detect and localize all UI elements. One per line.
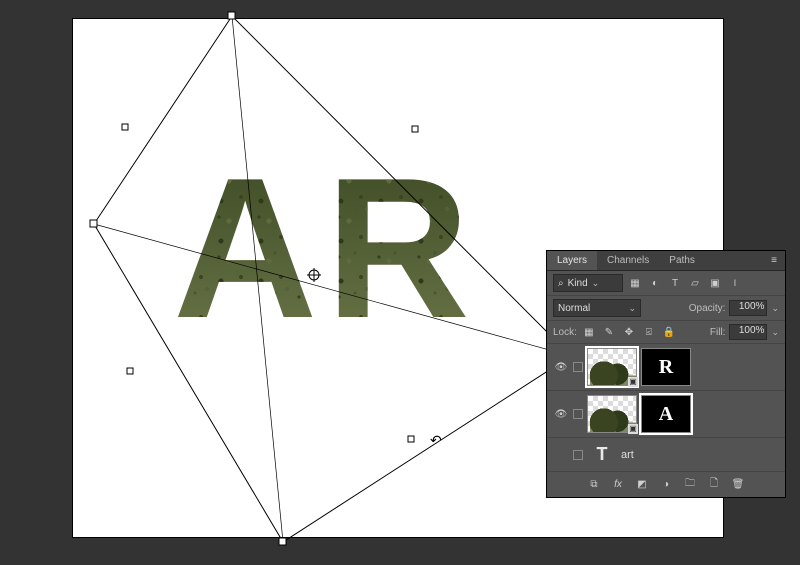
layer-row[interactable]: 👁 ▣ R	[547, 344, 785, 391]
type-layer-icon: T	[587, 443, 617, 467]
panel-tab-strip: Layers Channels Paths ≡	[547, 251, 785, 271]
rotate-cursor-icon: ↶	[430, 432, 442, 449]
smart-object-badge-icon: ▣	[628, 424, 638, 434]
new-layer-icon[interactable]: 🗋	[706, 476, 722, 493]
lock-image-icon[interactable]: ✎	[601, 324, 617, 340]
lock-artboard-icon[interactable]: ⍃	[641, 324, 657, 340]
filter-type-icon[interactable]: T	[667, 275, 683, 291]
lock-position-icon[interactable]: ✥	[621, 324, 637, 340]
layer-filter-type-select[interactable]: ⌕ Kind ⌄	[553, 274, 623, 292]
tab-channels[interactable]: Channels	[597, 251, 659, 270]
tab-paths[interactable]: Paths	[659, 251, 705, 270]
lock-all-icon[interactable]: 🔒	[661, 324, 677, 340]
add-mask-icon[interactable]: ◩	[634, 479, 650, 490]
layer-row[interactable]: 👁 ▣ A	[547, 391, 785, 438]
layer-row-text[interactable]: T art	[547, 438, 785, 472]
fill-input[interactable]: 100%	[729, 324, 767, 340]
layer-checkbox[interactable]	[573, 362, 583, 372]
filter-smart-icon[interactable]: ▣	[707, 275, 723, 291]
art-text: AR	[173, 149, 478, 349]
delete-layer-icon[interactable]: 🗑	[730, 479, 746, 490]
opacity-input[interactable]: 100%	[729, 300, 767, 316]
layer-effects-icon[interactable]: fx	[610, 479, 626, 490]
chevron-down-icon: ⌄	[628, 303, 636, 314]
visibility-toggle-icon[interactable]: 👁	[553, 362, 569, 373]
filter-pixel-icon[interactable]: ▦	[627, 275, 643, 291]
link-layers-icon[interactable]: ⧉	[586, 479, 602, 490]
lock-transparency-icon[interactable]: ▦	[581, 324, 597, 340]
opacity-label: Opacity:	[689, 303, 726, 314]
blend-opacity-row: Normal⌄ Opacity: 100% ⌄	[547, 296, 785, 321]
smart-object-badge-icon: ▣	[628, 377, 638, 387]
layer-name[interactable]: art	[621, 449, 634, 461]
layer-thumbnail[interactable]: ▣	[587, 395, 637, 433]
layers-panel[interactable]: Layers Channels Paths ≡ ⌕ Kind ⌄ ▦ ◐ T ▱…	[546, 250, 786, 498]
lock-fill-row: Lock: ▦ ✎ ✥ ⍃ 🔒 Fill: 100% ⌄	[547, 321, 785, 344]
search-icon: ⌕	[558, 278, 564, 289]
chevron-down-icon[interactable]: ⌄	[771, 303, 779, 314]
fill-label: Fill:	[710, 327, 726, 338]
chevron-down-icon[interactable]: ⌄	[771, 327, 779, 338]
panel-flyout-menu-icon[interactable]: ≡	[763, 251, 785, 270]
lock-label: Lock:	[553, 327, 577, 338]
transform-handle-corner[interactable]	[279, 538, 286, 545]
new-adjustment-layer-icon[interactable]: ◑	[658, 479, 674, 490]
tab-layers[interactable]: Layers	[547, 251, 597, 270]
filter-adjustment-icon[interactable]: ◐	[647, 275, 663, 291]
layer-filter-row: ⌕ Kind ⌄ ▦ ◐ T ▱ ▣ ⏽	[547, 271, 785, 296]
blend-mode-select[interactable]: Normal⌄	[553, 299, 641, 317]
visibility-toggle-icon[interactable]: 👁	[553, 409, 569, 420]
filter-toggle-switch[interactable]: ⏽	[727, 275, 743, 291]
layer-mask-thumbnail[interactable]: R	[641, 348, 691, 386]
layer-checkbox[interactable]	[573, 450, 583, 460]
chevron-down-icon: ⌄	[592, 278, 600, 289]
filter-shape-icon[interactable]: ▱	[687, 275, 703, 291]
layers-panel-footer: ⧉ fx ◩ ◑ 🗀 🗋 🗑	[547, 472, 785, 497]
layer-checkbox[interactable]	[573, 409, 583, 419]
layer-mask-thumbnail[interactable]: A	[641, 395, 691, 433]
new-group-icon[interactable]: 🗀	[682, 476, 698, 493]
layer-thumbnail[interactable]: ▣	[587, 348, 637, 386]
